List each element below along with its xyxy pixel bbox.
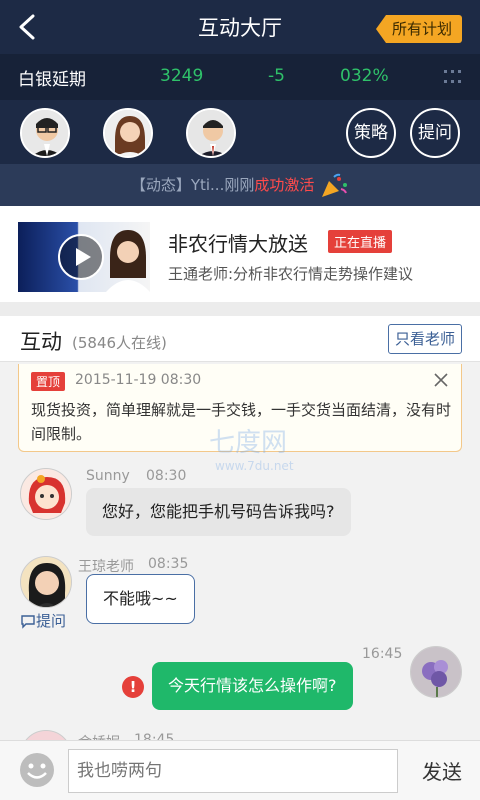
message-time: 18:45 (134, 732, 175, 740)
my-avatar[interactable] (410, 646, 462, 698)
message-input-bar: 发送 (0, 740, 480, 800)
message-input[interactable] (68, 749, 398, 793)
message-bubble[interactable]: 不能哦~~ (86, 574, 195, 624)
live-status-badge: 正在直播 (328, 230, 393, 253)
party-popper-icon (322, 173, 348, 197)
message-time: 08:35 (148, 556, 189, 572)
emoji-icon[interactable] (18, 751, 56, 789)
chat-header: 互动 (5846人在线) 只看老师 (0, 316, 480, 362)
ask-question-button[interactable]: 提问 (410, 108, 460, 158)
ticker-percent: 032% (340, 66, 389, 86)
all-plans-button[interactable]: 所有计划 (375, 15, 462, 43)
ticker-change: -5 (268, 66, 285, 86)
grid-dots-icon[interactable] (444, 70, 462, 84)
teacher-portrait-icon (22, 110, 68, 156)
watermark-sub: www.7du.net (215, 459, 294, 473)
top-bar: 互动大厅 所有计划 (0, 0, 480, 54)
user-avatar[interactable] (20, 468, 72, 520)
anime-avatar-icon (21, 469, 71, 519)
ticker-price: 3249 (160, 66, 204, 86)
ask-link-label: 提问 (36, 612, 67, 630)
ticker-name: 白银延期 (18, 70, 86, 90)
pinned-text: 现货投资，简单理解就是一手交钱，一手交货当面结清，没有时间限制。 (31, 401, 452, 443)
send-failed-icon[interactable]: ! (122, 676, 144, 698)
chat-bubble-icon (21, 614, 35, 629)
teacher-portrait-icon (188, 110, 234, 156)
close-icon[interactable] (433, 372, 449, 388)
activity-ticker: 【动态】Yti...刚刚成功激活 (0, 164, 480, 206)
presenter-image-icon (106, 230, 150, 292)
send-button[interactable]: 发送 (422, 756, 462, 785)
message-sender: 金娇妮 (78, 732, 120, 740)
message-time: 16:45 (362, 646, 403, 662)
pinned-badge: 置顶 (31, 372, 66, 391)
chat-area[interactable]: 互动 (5846人在线) 只看老师 置顶 2015-11-19 08:30 现货… (0, 316, 480, 740)
flower-avatar-icon (411, 647, 461, 697)
ask-link[interactable]: 提问 (20, 610, 66, 631)
broadcast-description: 王通老师:分析非农行情走势操作建议 (168, 265, 414, 283)
teacher-message-avatar[interactable] (20, 556, 72, 608)
message-bubble[interactable]: 今天行情该怎么操作啊? (152, 662, 353, 710)
broadcast-title[interactable]: 非农行情大放送 (168, 228, 308, 257)
teacher-portrait-icon (105, 110, 151, 156)
video-thumbnail[interactable] (18, 222, 150, 292)
section-divider (0, 302, 480, 316)
user-avatar-icon (21, 731, 71, 740)
message-sender: Sunny (86, 468, 130, 484)
chat-title: 互动 (20, 330, 62, 354)
message-sender: 王琼老师 (78, 559, 134, 575)
activity-prefix: 【动态】Yti...刚刚 (130, 176, 255, 194)
live-broadcast-card[interactable]: 非农行情大放送 正在直播 王通老师:分析非农行情走势操作建议 (0, 206, 480, 302)
online-count: (5846人在线) (72, 334, 167, 352)
strategy-button[interactable]: 策略 (346, 108, 396, 158)
only-teacher-button[interactable]: 只看老师 (387, 324, 462, 354)
teacher-strip: 策略 提问 (0, 100, 480, 164)
teacher-avatar[interactable] (186, 108, 236, 158)
message-bubble[interactable]: 您好，您能把手机号码告诉我吗? (86, 488, 351, 536)
woman-avatar-icon (21, 557, 71, 607)
message-time: 08:30 (146, 468, 187, 484)
user-avatar[interactable] (20, 730, 72, 740)
pinned-message: 置顶 2015-11-19 08:30 现货投资，简单理解就是一手交钱，一手交货… (18, 364, 462, 473)
pinned-time: 2015-11-19 08:30 (75, 372, 202, 388)
teacher-avatar[interactable] (103, 108, 153, 158)
activity-highlight: 成功激活 (254, 176, 315, 194)
teacher-avatar[interactable] (20, 108, 70, 158)
price-ticker[interactable]: 白银延期 3249 -5 032% (0, 54, 480, 100)
play-icon[interactable] (58, 234, 104, 280)
